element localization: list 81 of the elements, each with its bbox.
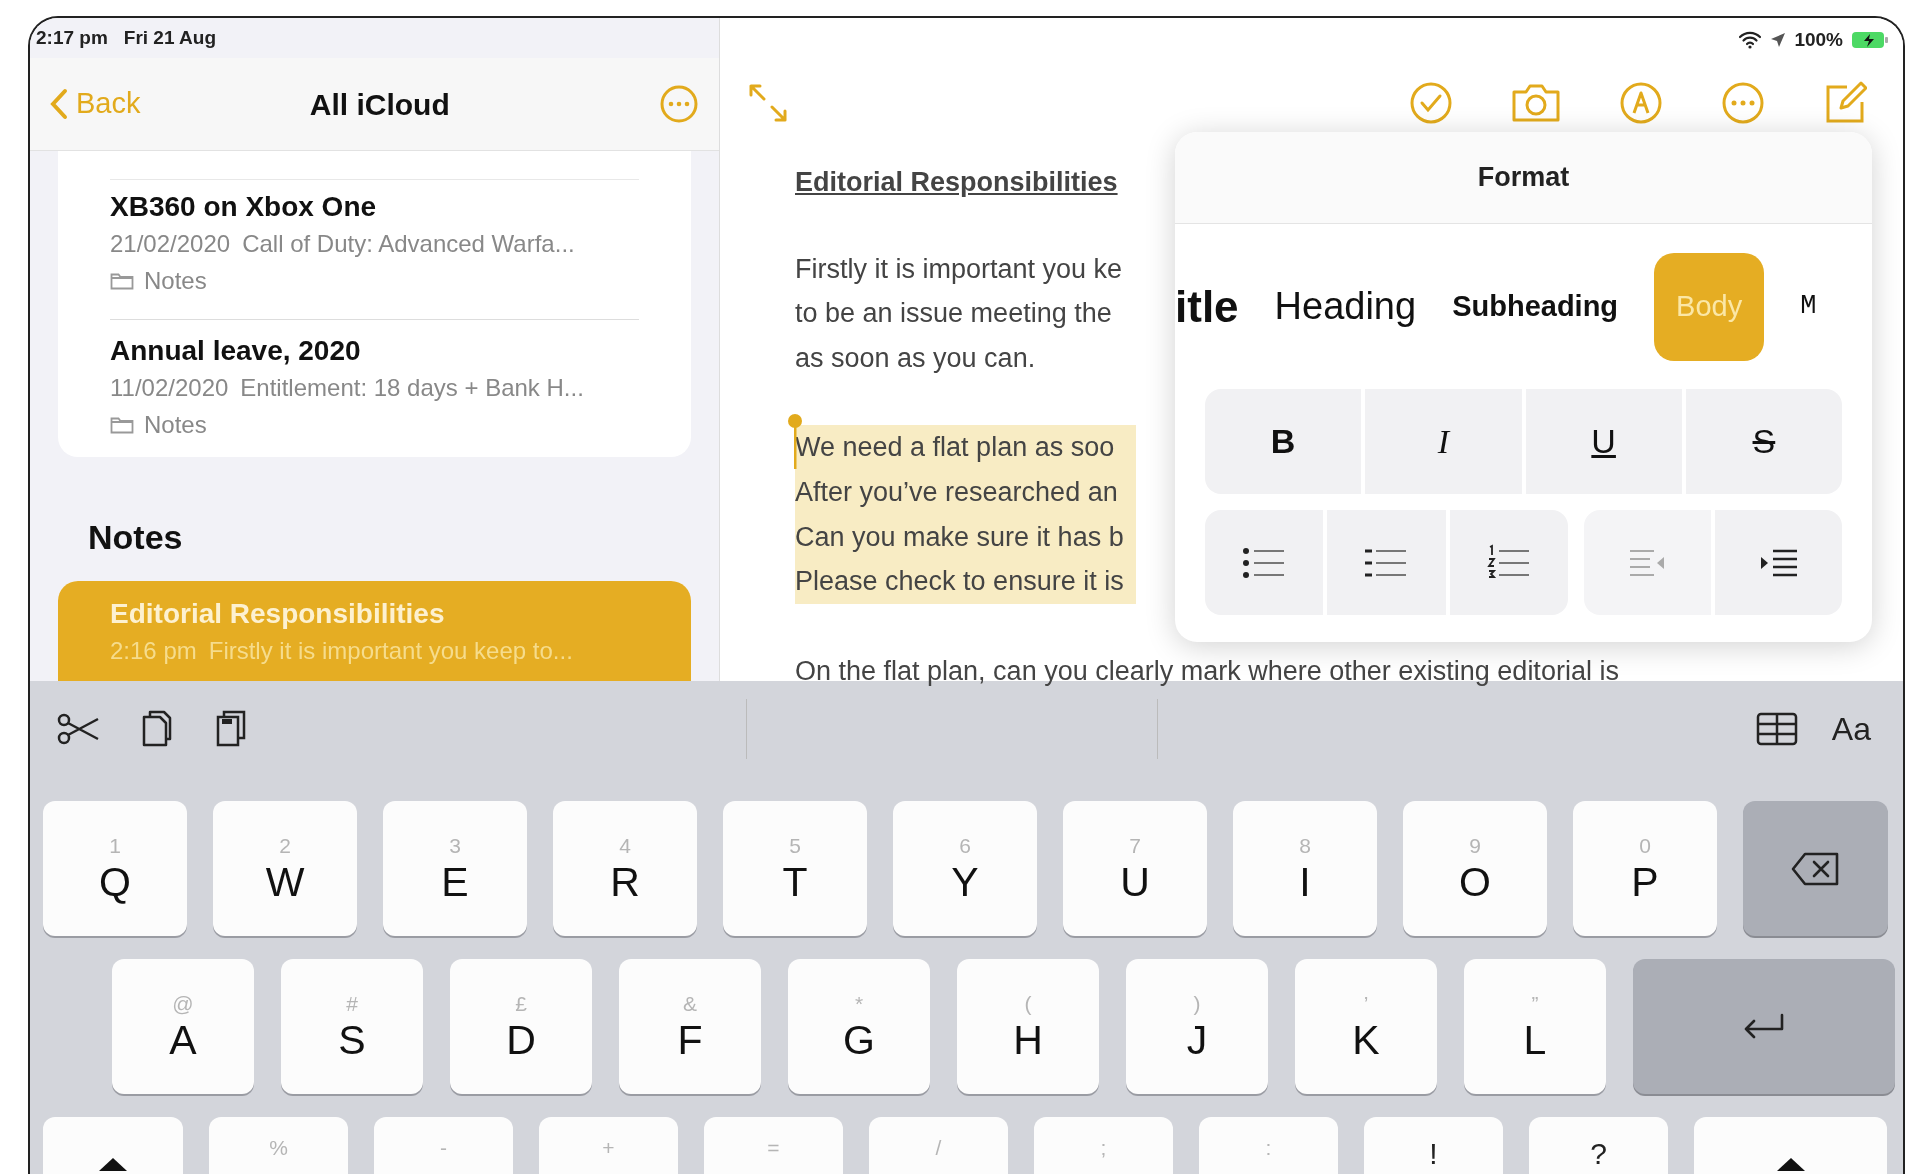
more-icon[interactable] [659, 84, 699, 124]
backspace-icon [1790, 850, 1841, 887]
location-icon [1770, 32, 1787, 49]
format-button[interactable]: I [1365, 389, 1522, 494]
battery-percent: 100% [1794, 28, 1843, 52]
text-style-option[interactable]: Subheading [1452, 284, 1619, 329]
more-icon[interactable] [1721, 81, 1765, 125]
format-button[interactable]: S [1685, 389, 1842, 494]
folder-icon [110, 271, 134, 290]
key[interactable]: £ D [450, 959, 592, 1094]
key[interactable]: & F [619, 959, 761, 1094]
text-line: to be an issue meeting the [795, 297, 1113, 331]
text-style-option[interactable]: M [1800, 286, 1817, 327]
status-date: Fri 21 Aug [123, 25, 216, 50]
shift-arrow-icon [98, 1157, 128, 1171]
checklist-icon[interactable] [1409, 81, 1453, 125]
format-button[interactable]: U [1525, 389, 1682, 494]
note-date: 21/02/2020 [110, 229, 231, 259]
note-preview: Entitlement: 18 days + Bank H... [240, 373, 584, 403]
key[interactable]: 9 O [1403, 801, 1547, 936]
note-date: 11/02/2020 [110, 373, 229, 403]
key[interactable]: # S [281, 959, 423, 1094]
key[interactable]: 7 U [1063, 801, 1207, 936]
text-style-option[interactable]: itle [1175, 273, 1239, 340]
delete-key[interactable] [1743, 801, 1888, 936]
wifi-icon [1738, 31, 1763, 50]
popover-title: Format [1477, 161, 1570, 195]
key[interactable]: 0 P [1573, 801, 1717, 936]
note-preview: Call of Duty: Advanced Warfa... [242, 229, 575, 259]
paste-icon[interactable] [214, 708, 248, 749]
battery-charging-icon [1851, 30, 1889, 51]
table-icon[interactable] [1755, 711, 1798, 746]
text-line: We need a flat plan as soo [795, 431, 1116, 465]
chevron-left-icon [50, 88, 68, 120]
list-style-button[interactable] [1205, 510, 1324, 615]
text-line: On the flat plan, can you clearly mark where other existing editorial is [795, 654, 1619, 688]
text-line: Can you make sure it has b [795, 520, 1124, 554]
key[interactable]: 4 R [553, 801, 697, 936]
format-button[interactable]: B [1205, 389, 1362, 494]
key[interactable]: ( H [957, 959, 1099, 1094]
pen-circle-icon[interactable] [1619, 81, 1663, 125]
note-heading: Editorial Responsibilities [795, 166, 1118, 199]
key[interactable]: @ A [112, 959, 254, 1094]
nav-title: All iCloud [309, 86, 450, 123]
key[interactable]: 6 Y [893, 801, 1037, 936]
section-heading: Notes [87, 517, 184, 557]
status-time: 2:17 pm [36, 25, 108, 50]
copy-icon[interactable] [140, 708, 174, 749]
note-item[interactable]: Annual leave, 2020 11/02/2020 Entitlement: 18 days + Bank H... Notes [58, 313, 691, 457]
note-folder: Notes [144, 266, 207, 296]
key[interactable]: 2 W [213, 801, 357, 936]
note-title: Editorial Responsibilities [110, 597, 446, 631]
key[interactable]: 1 Q [43, 801, 187, 936]
indent-button[interactable] [1715, 510, 1842, 615]
note-title: Annual leave, 2020 [110, 334, 362, 368]
key[interactable]: ” L [1464, 959, 1606, 1094]
text-format-button[interactable]: Aa [1831, 704, 1871, 753]
key[interactable]: 8 I [1233, 801, 1377, 936]
key[interactable]: * G [788, 959, 930, 1094]
list-style-button[interactable] [1327, 510, 1446, 615]
scissors-icon[interactable] [56, 712, 100, 745]
key[interactable]: ? [1529, 1117, 1668, 1174]
key[interactable]: 3 E [383, 801, 527, 936]
key[interactable]: ) J [1126, 959, 1268, 1094]
camera-icon[interactable] [1511, 83, 1561, 123]
text-line: Please check to ensure it is [795, 565, 1124, 599]
text-line: as soon as you can. [795, 341, 1037, 375]
key[interactable]: ’ K [1295, 959, 1437, 1094]
folder-icon [110, 415, 134, 434]
text-line: Firstly it is important you ke [795, 252, 1123, 286]
key[interactable]: ! [1364, 1117, 1503, 1174]
shift-arrow-icon [1775, 1157, 1806, 1171]
note-item[interactable]: XB360 on Xbox One 21/02/2020 Call of Duty: Advanced Warfa... Notes [58, 173, 691, 313]
note-date: 2:16 pm [110, 636, 197, 666]
note-folder: Notes [144, 410, 207, 440]
note-preview: Firstly it is important you keep to... [208, 636, 573, 666]
list-style-button[interactable] [1449, 510, 1568, 615]
text-line: After you’ve researched an [795, 475, 1119, 509]
note-title: XB360 on Xbox One [110, 190, 378, 224]
key[interactable]: 5 T [723, 801, 867, 936]
text-style-option[interactable]: Heading [1274, 278, 1417, 335]
